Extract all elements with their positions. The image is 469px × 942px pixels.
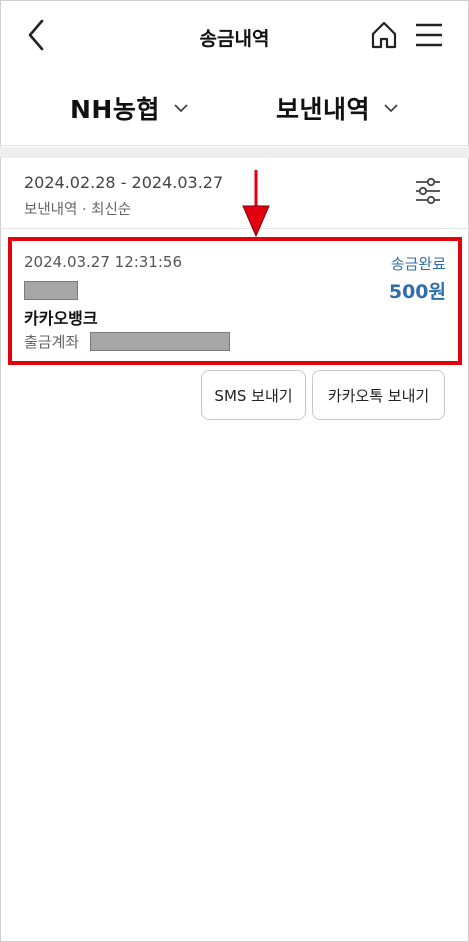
- history-type-dropdown[interactable]: 보낸내역: [276, 90, 398, 126]
- transaction-item[interactable]: 2024.03.27 12:31:56 송금완료 500원 카카오뱅크 출금계좌: [8, 237, 462, 365]
- transaction-time: 2024.03.27 12:31:56: [24, 253, 183, 271]
- divider: [0, 145, 469, 146]
- bank-dropdown-label: NH농협: [70, 95, 160, 124]
- chevron-down-icon: [174, 104, 188, 113]
- screen-frame: [0, 0, 469, 942]
- hamburger-menu-icon: [416, 23, 442, 47]
- redacted-account-number: [90, 332, 230, 351]
- recipient-bank: 카카오뱅크: [24, 309, 98, 328]
- chevron-down-icon: [384, 104, 398, 113]
- send-sms-button[interactable]: SMS 보내기: [201, 370, 306, 420]
- home-icon: [371, 21, 397, 49]
- divider: [0, 228, 469, 229]
- filter-settings-button[interactable]: [412, 176, 444, 206]
- bank-dropdown[interactable]: NH농협: [70, 90, 188, 126]
- send-kakaotalk-button[interactable]: 카카오톡 보내기: [312, 370, 445, 420]
- arrow-down-annotation: [242, 170, 270, 238]
- page-title: 송금내역: [199, 28, 270, 50]
- filter-description: 보낸내역 · 최신순: [24, 202, 132, 218]
- redacted-recipient-name: [24, 281, 78, 300]
- top-app-bar: 송금내역: [0, 0, 469, 70]
- selector-row: NH농협 보낸내역: [0, 80, 469, 140]
- home-button[interactable]: [370, 20, 398, 50]
- filter-bar: 2024.02.28 - 2024.03.27 보낸내역 · 최신순: [0, 158, 469, 228]
- withdrawal-account-label: 출금계좌: [24, 333, 80, 351]
- transaction-amount: 500원: [388, 281, 446, 303]
- date-range: 2024.02.28 - 2024.03.27: [24, 173, 224, 192]
- transaction-status: 송금완료: [390, 255, 446, 273]
- menu-button[interactable]: [414, 20, 444, 50]
- section-separator: [0, 147, 469, 158]
- sliders-icon: [416, 177, 440, 205]
- history-type-label: 보낸내역: [276, 95, 371, 124]
